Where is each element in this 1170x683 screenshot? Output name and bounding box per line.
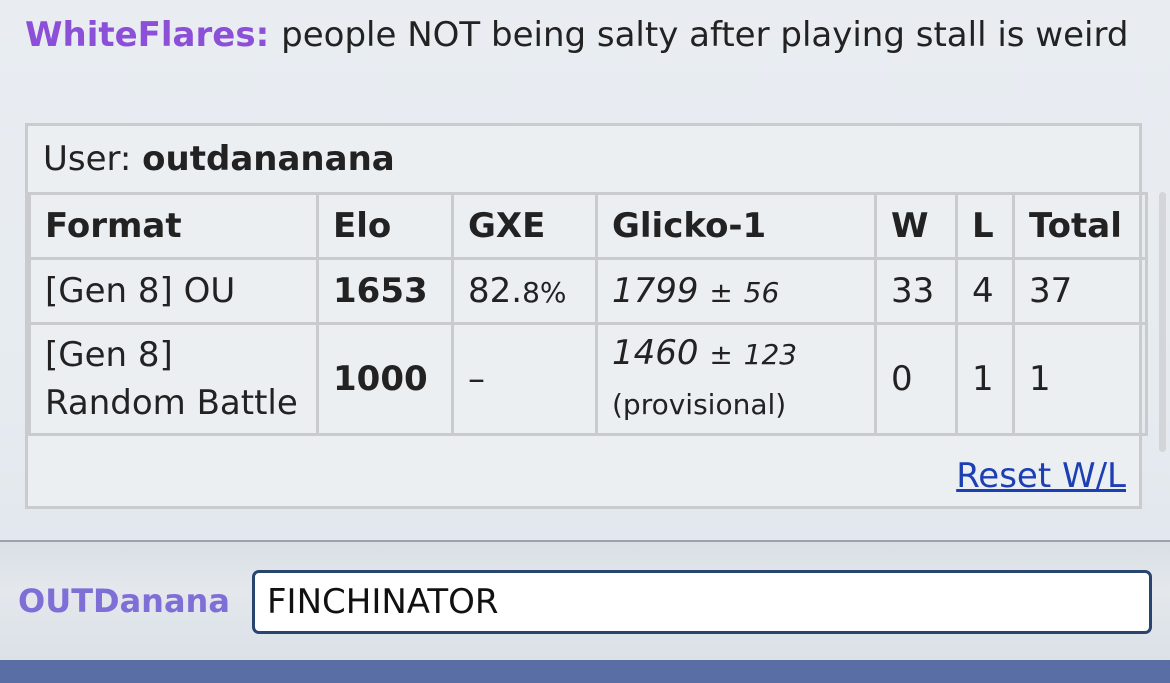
cell-gxe: 82.8% [451,257,598,325]
chat-message-text: people NOT being salty after playing sta… [281,15,1129,55]
cell-w: 33 [874,257,958,325]
cell-format: [Gen 8] OU [28,257,319,325]
header-gxe: GXE [451,192,598,260]
header-total: Total [1012,192,1148,260]
cell-elo: 1000 [316,322,454,436]
chat-message-input[interactable] [252,570,1152,634]
chat-scrollbar[interactable] [1159,192,1166,452]
cell-format: [Gen 8] Random Battle [28,322,319,436]
header-w: W [874,192,958,260]
cell-l: 1 [955,322,1015,436]
ranking-box: User: outdananana Format Elo GXE Glicko-… [25,123,1148,509]
glicko-value: 1460 [612,333,699,373]
ranking-user-label: User: [43,139,132,179]
gxe-decimal: 8% [522,276,567,309]
reset-wl-link[interactable]: Reset W/L [956,456,1126,496]
cell-total: 1 [1012,322,1148,436]
chat-message: WhiteFlares: people NOT being salty after… [25,12,1135,58]
cell-gxe: – [451,322,598,436]
chat-log: WhiteFlares: people NOT being salty after… [0,0,1170,540]
glicko-provisional-note: (provisional) [612,388,787,421]
header-elo: Elo [316,192,454,260]
table-row: [Gen 8] OU 1653 82.8% 1799 ± 56 33 4 37 [28,257,1148,325]
glicko-deviation: 123 [743,338,798,371]
cell-glicko: 1460 ± 123 (provisional) [595,322,877,436]
bottom-bar [0,660,1170,683]
own-username[interactable]: OUTDanana [18,582,230,620]
glicko-plusminus: ± [709,276,733,309]
format-line: [Gen 8] [45,335,173,375]
chat-username[interactable]: WhiteFlares: [25,15,269,55]
ranking-table: Format Elo GXE Glicko-1 W L Total [Gen 8… [28,192,1148,436]
table-row: [Gen 8] Random Battle 1000 – 1460 ± 123 (p… [28,322,1148,436]
header-format: Format [28,192,319,260]
cell-w: 0 [874,322,958,436]
glicko-deviation: 56 [743,276,780,309]
glicko-plusminus: ± [709,338,733,371]
header-glicko: Glicko-1 [595,192,877,260]
header-l: L [955,192,1015,260]
cell-total: 37 [1012,257,1148,325]
format-line: Random Battle [45,383,298,423]
ranking-user: User: outdananana [43,139,395,179]
glicko-value: 1799 [612,271,699,311]
ranking-username: outdananana [142,139,395,179]
ranking-header-row: Format Elo GXE Glicko-1 W L Total [28,192,1148,260]
cell-elo: 1653 [316,257,454,325]
cell-l: 4 [955,257,1015,325]
cell-glicko: 1799 ± 56 [595,257,877,325]
chat-input-bar: OUTDanana [0,540,1170,660]
gxe-value: 82. [468,271,523,311]
